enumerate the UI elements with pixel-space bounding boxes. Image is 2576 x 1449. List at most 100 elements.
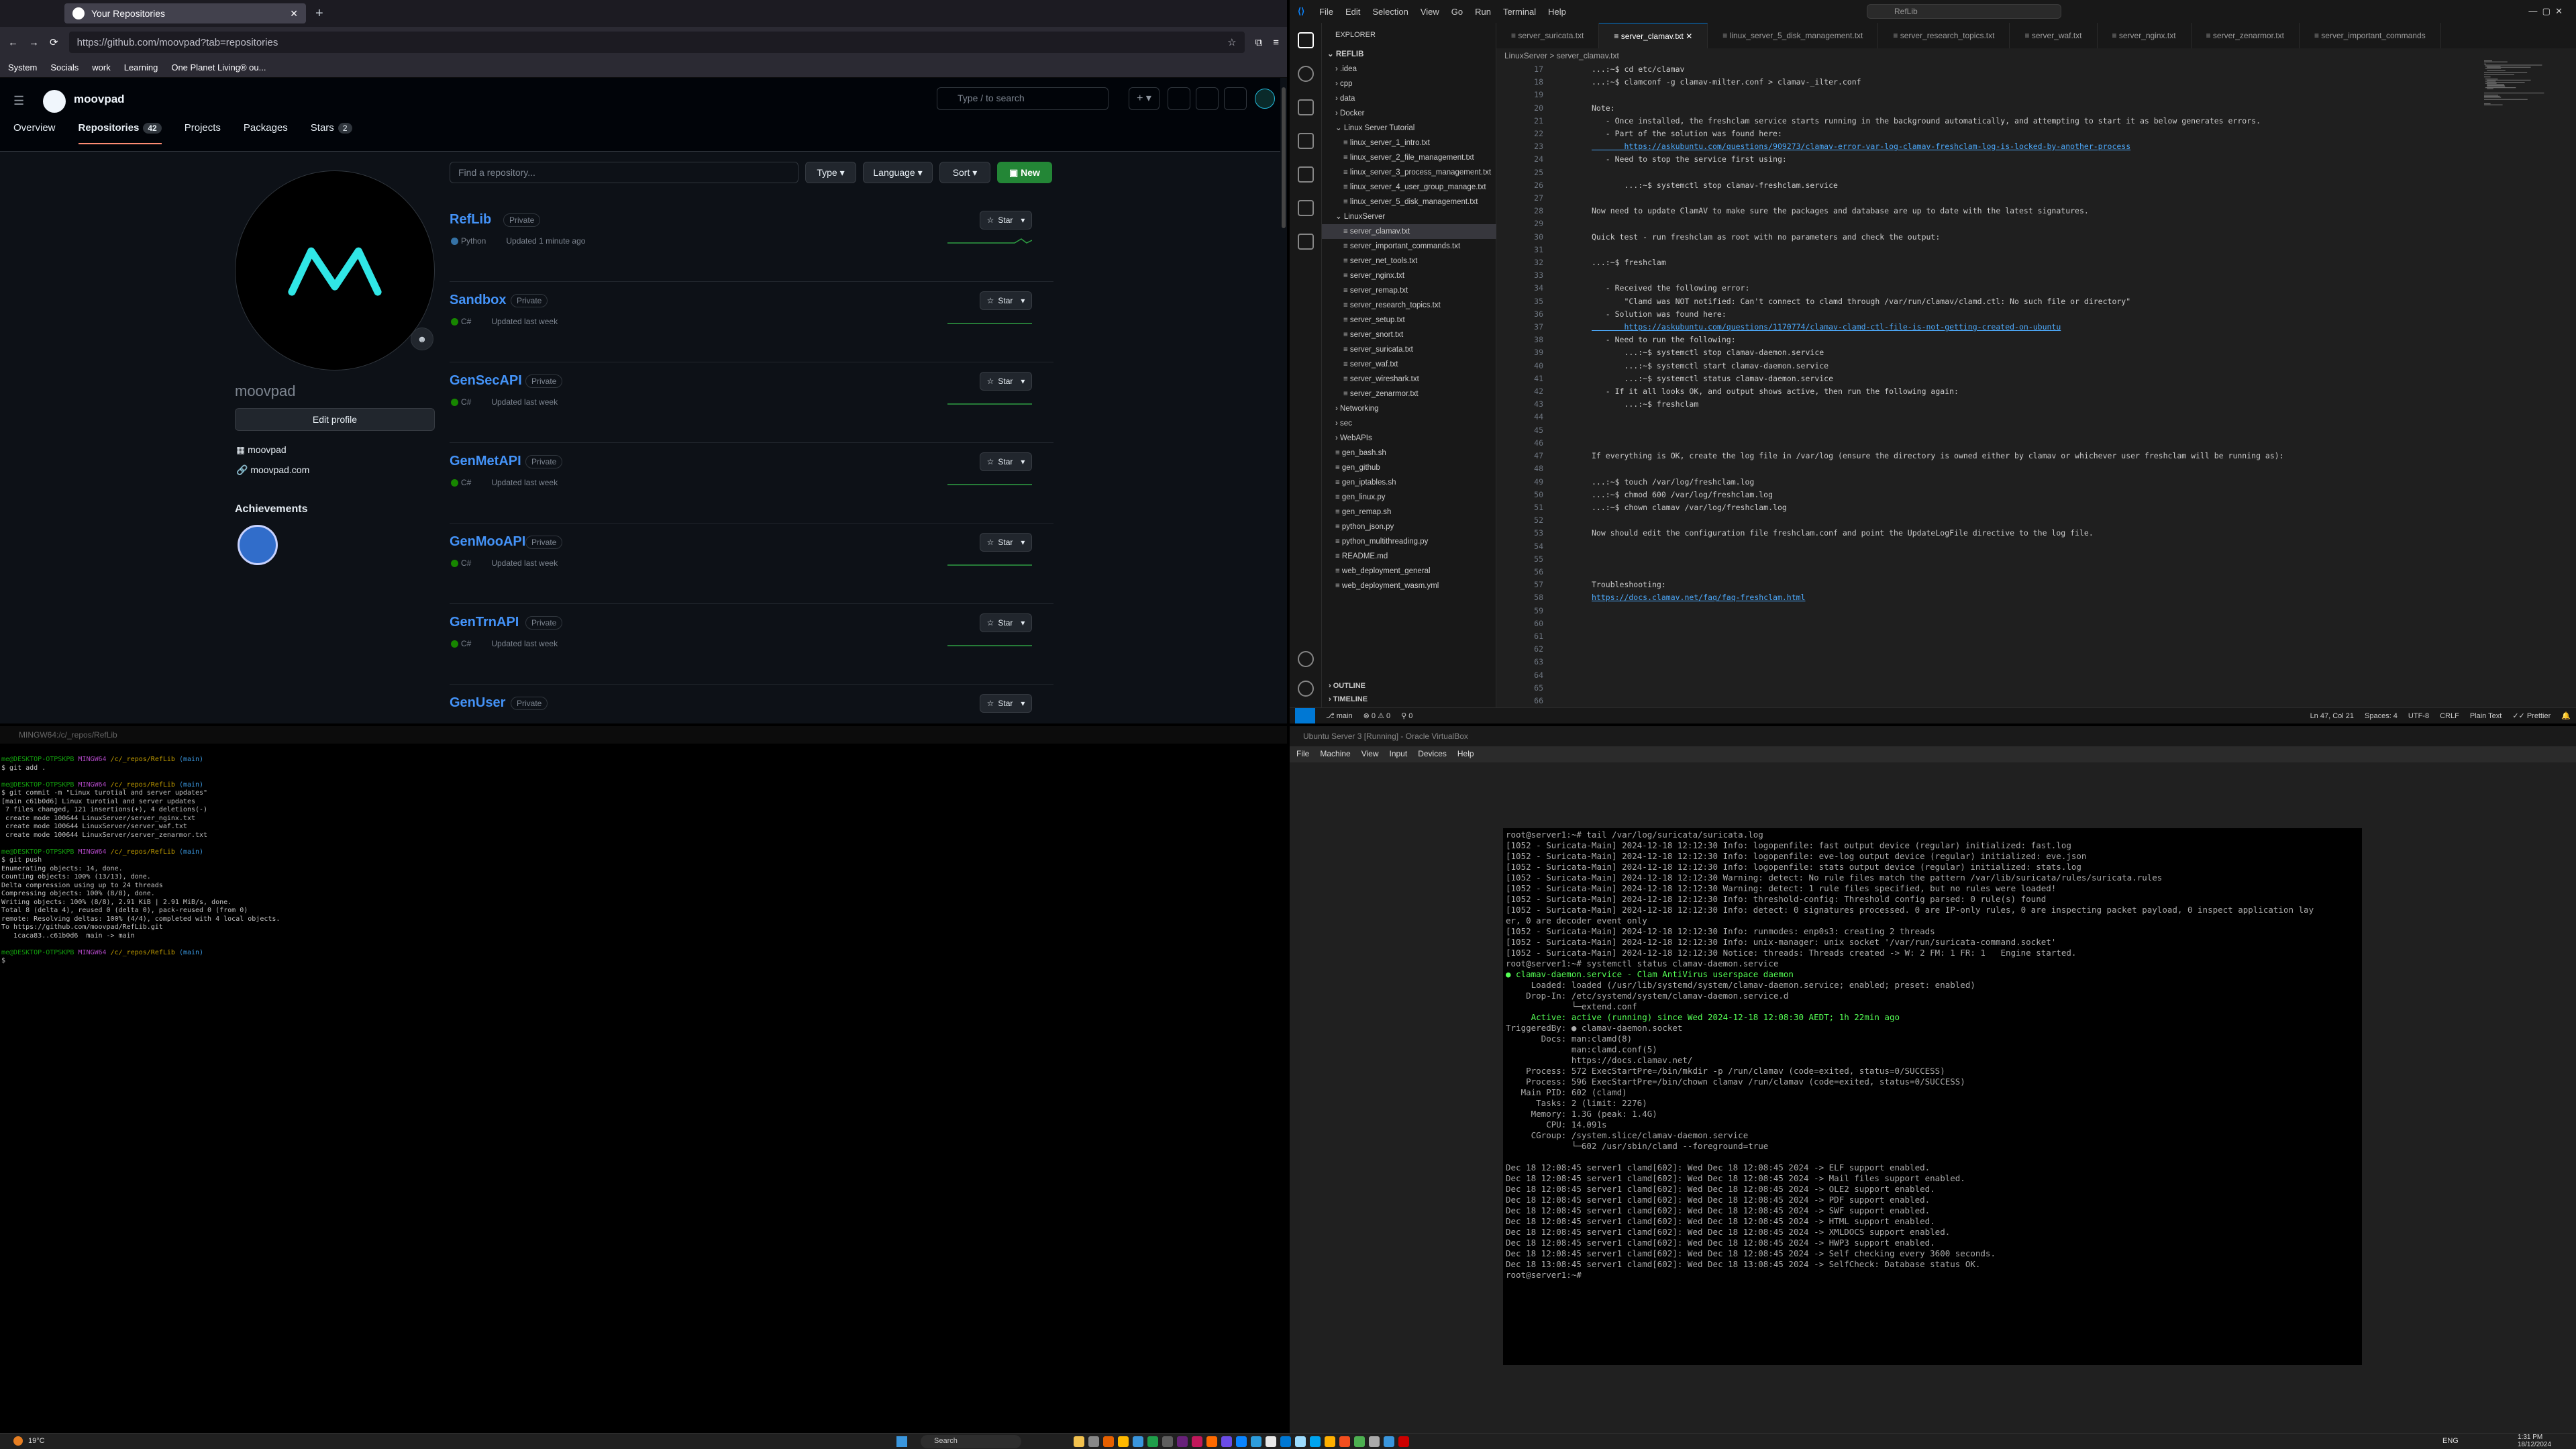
menu-help[interactable]: Help: [1548, 7, 1566, 17]
taskbar-app-icon[interactable]: [1088, 1436, 1099, 1447]
file-tree-file[interactable]: ≡ gen_remap.sh: [1322, 505, 1496, 519]
achievement-badge-icon[interactable]: [238, 525, 278, 565]
new-repository-button[interactable]: ▣ New: [997, 162, 1052, 183]
minimap[interactable]: [2484, 60, 2558, 121]
taskbar-app-icon[interactable]: [1236, 1436, 1247, 1447]
file-tree-file[interactable]: ≡ server_clamav.txt: [1322, 224, 1496, 239]
bookmark-item[interactable]: System: [8, 62, 37, 72]
tab-stars[interactable]: Stars 2: [311, 122, 352, 144]
github-logo-icon[interactable]: [43, 90, 66, 113]
taskbar-app-icon[interactable]: [1310, 1436, 1321, 1447]
browser-scrollbar-thumb[interactable]: [1282, 87, 1286, 228]
file-tree-file[interactable]: ≡ server_nginx.txt: [1322, 268, 1496, 283]
issues-icon[interactable]: [1168, 87, 1190, 110]
repo-name-link[interactable]: RefLib: [450, 212, 491, 228]
taskbar-app-icon[interactable]: [1384, 1436, 1394, 1447]
file-tree-file[interactable]: ≡ linux_server_5_disk_management.txt: [1322, 195, 1496, 209]
forward-icon[interactable]: →: [29, 37, 39, 48]
menu-file[interactable]: File: [1319, 7, 1333, 17]
file-tree-file[interactable]: ≡ server_snort.txt: [1322, 328, 1496, 342]
manage-gear-icon[interactable]: [1298, 681, 1314, 697]
encoding-status[interactable]: UTF-8: [2408, 712, 2429, 720]
close-tab-icon[interactable]: ✕: [1684, 32, 1692, 41]
file-tree-file[interactable]: ≡ server_waf.txt: [1322, 357, 1496, 372]
file-tree-folder[interactable]: › sec: [1322, 416, 1496, 431]
url-bar[interactable]: https://github.com/moovpad?tab=repositor…: [68, 32, 1245, 53]
browser-tab-active[interactable]: Your Repositories ✕: [64, 3, 306, 23]
taskbar-app-icon[interactable]: [1221, 1436, 1232, 1447]
file-tree-folder[interactable]: › data: [1322, 91, 1496, 106]
ports-status[interactable]: ⚲ 0: [1401, 711, 1412, 720]
language-mode[interactable]: Plain Text: [2470, 712, 2502, 720]
vm-console-screen[interactable]: root@server1:~# tail /var/log/suricata/s…: [1503, 828, 2362, 1365]
file-tree-file[interactable]: ≡ server_zenarmor.txt: [1322, 387, 1496, 401]
file-tree-file[interactable]: ≡ python_multithreading.py: [1322, 534, 1496, 549]
repo-name-link[interactable]: GenSecAPI: [450, 373, 522, 389]
website-link[interactable]: moovpad.com: [250, 464, 309, 475]
taskbar-search[interactable]: Search: [921, 1435, 1021, 1448]
file-tree-folder[interactable]: › WebAPIs: [1322, 431, 1496, 446]
tab-projects[interactable]: Projects: [185, 122, 221, 144]
file-tree-file[interactable]: ≡ python_json.py: [1322, 519, 1496, 534]
taskbar-app-icon[interactable]: [1074, 1436, 1084, 1447]
reload-icon[interactable]: ⟳: [50, 36, 58, 48]
language-filter-button[interactable]: Language ▾: [863, 162, 933, 183]
taskbar-app-icon[interactable]: [1398, 1436, 1409, 1447]
start-button-icon[interactable]: [896, 1436, 907, 1447]
taskbar-app-icon[interactable]: [1118, 1436, 1129, 1447]
editor-tab[interactable]: ≡ server_important_commands: [2300, 23, 2441, 48]
menu-selection[interactable]: Selection: [1372, 7, 1408, 17]
star-button[interactable]: ☆ Star ▾: [980, 452, 1032, 471]
repo-name-link[interactable]: Sandbox: [450, 293, 506, 308]
search-icon[interactable]: [1298, 66, 1314, 82]
file-tree-folder[interactable]: ⌄ LinuxServer: [1322, 209, 1496, 224]
file-tree-folder[interactable]: › cpp: [1322, 77, 1496, 91]
editor-tab[interactable]: ≡ server_clamav.txt ✕: [1599, 23, 1708, 48]
pull-requests-icon[interactable]: [1196, 87, 1219, 110]
file-tree-file[interactable]: ≡ linux_server_4_user_group_manage.txt: [1322, 180, 1496, 195]
file-tree-file[interactable]: ≡ gen_bash.sh: [1322, 446, 1496, 460]
set-status-icon[interactable]: ☻: [411, 328, 433, 350]
file-tree-folder[interactable]: ⌄ REFLIB: [1322, 47, 1496, 62]
star-dropdown-icon[interactable]: ▾: [1021, 215, 1025, 225]
tab-repositories[interactable]: Repositories 42: [78, 122, 162, 144]
vb-menu-help[interactable]: Help: [1457, 749, 1474, 760]
editor-tab[interactable]: ≡ server_research_topics.txt: [1878, 23, 2010, 48]
file-tree-file[interactable]: ≡ linux_server_3_process_management.txt: [1322, 165, 1496, 180]
profile-avatar[interactable]: [235, 170, 435, 370]
bookmark-item[interactable]: Learning: [124, 62, 158, 72]
taskbar-app-icon[interactable]: [1325, 1436, 1335, 1447]
docker-icon[interactable]: [1298, 234, 1314, 250]
file-tree-file[interactable]: ≡ server_wireshark.txt: [1322, 372, 1496, 387]
github-search-input[interactable]: Type / to search: [937, 87, 1109, 110]
taskbar-app-icon[interactable]: [1162, 1436, 1173, 1447]
inbox-icon[interactable]: [1224, 87, 1247, 110]
timeline-section[interactable]: › TIMELINE: [1329, 695, 1368, 703]
edit-profile-button[interactable]: Edit profile: [235, 408, 435, 431]
header-username[interactable]: moovpad: [74, 93, 125, 106]
user-avatar[interactable]: [1255, 89, 1275, 109]
editor-tab[interactable]: ≡ server_waf.txt: [2010, 23, 2098, 48]
bookmark-item[interactable]: Socials: [50, 62, 79, 72]
eol-status[interactable]: CRLF: [2440, 712, 2459, 720]
menu-edit[interactable]: Edit: [1345, 7, 1360, 17]
sort-filter-button[interactable]: Sort ▾: [939, 162, 990, 183]
clock-date[interactable]: 18/12/2024: [2518, 1441, 2551, 1448]
star-dropdown-icon[interactable]: ▾: [1021, 377, 1025, 386]
repo-name-link[interactable]: GenMooAPI: [450, 534, 525, 550]
file-tree-file[interactable]: ≡ server_net_tools.txt: [1322, 254, 1496, 268]
file-tree-file[interactable]: ≡ gen_github: [1322, 460, 1496, 475]
star-button[interactable]: ☆ Star ▾: [980, 372, 1032, 391]
repo-name-link[interactable]: GenMetAPI: [450, 454, 521, 469]
star-dropdown-icon[interactable]: ▾: [1021, 457, 1025, 466]
taskbar-app-icon[interactable]: [1147, 1436, 1158, 1447]
remote-indicator-icon[interactable]: [1295, 707, 1315, 723]
vb-menu-input[interactable]: Input: [1390, 749, 1408, 760]
editor-tab[interactable]: ≡ linux_server_5_disk_management.txt: [1708, 23, 1879, 48]
prettier-status[interactable]: ✓✓ Prettier: [2512, 711, 2551, 720]
bookmark-star-icon[interactable]: ☆: [1227, 36, 1236, 48]
taskbar-app-icon[interactable]: [1251, 1436, 1261, 1447]
type-filter-button[interactable]: Type ▾: [805, 162, 856, 183]
indent-status[interactable]: Spaces: 4: [2365, 712, 2398, 720]
explorer-icon[interactable]: [1298, 32, 1314, 48]
